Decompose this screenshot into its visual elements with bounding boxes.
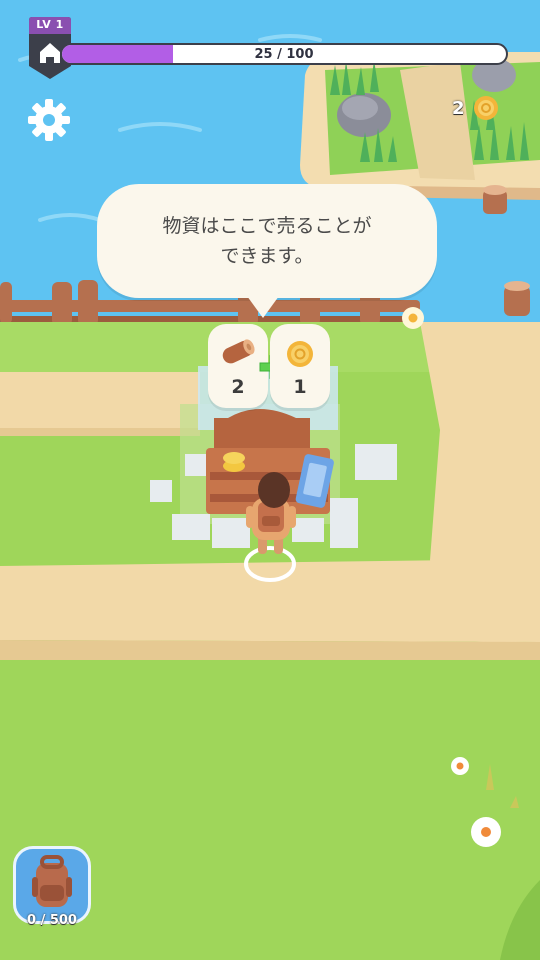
tooltip-line-2: できます。 — [220, 245, 314, 267]
coin-icon — [473, 96, 498, 120]
dirt-path — [0, 372, 200, 428]
level-label: LV 1 — [36, 18, 64, 31]
flower — [451, 757, 469, 775]
coin-icon — [287, 341, 313, 367]
backpack-capacity: 0 / 500 — [27, 913, 77, 928]
game-scene — [0, 0, 540, 960]
coin-count: 2 — [452, 97, 465, 119]
coin-counter: 2 — [452, 94, 499, 122]
tooltip-text: 物資はここで売ることが できます。 — [162, 211, 371, 271]
backpack-icon — [32, 855, 72, 907]
gear-icon — [28, 99, 70, 141]
tooltip-line-1: 物資はここで売ることが — [162, 215, 372, 237]
trade-output-card: 1 — [270, 324, 330, 408]
dirt-path — [0, 560, 540, 642]
settings-button[interactable] — [26, 97, 72, 143]
trade-output-qty: 1 — [293, 376, 307, 398]
xp-progress-bar: 25 / 100 — [60, 43, 508, 65]
flower — [471, 817, 501, 847]
xp-progress-text: 25 / 100 — [254, 46, 314, 62]
sell-hint-tooltip: 物資はここで売ることが できます。 — [97, 184, 437, 318]
flower — [402, 307, 424, 329]
